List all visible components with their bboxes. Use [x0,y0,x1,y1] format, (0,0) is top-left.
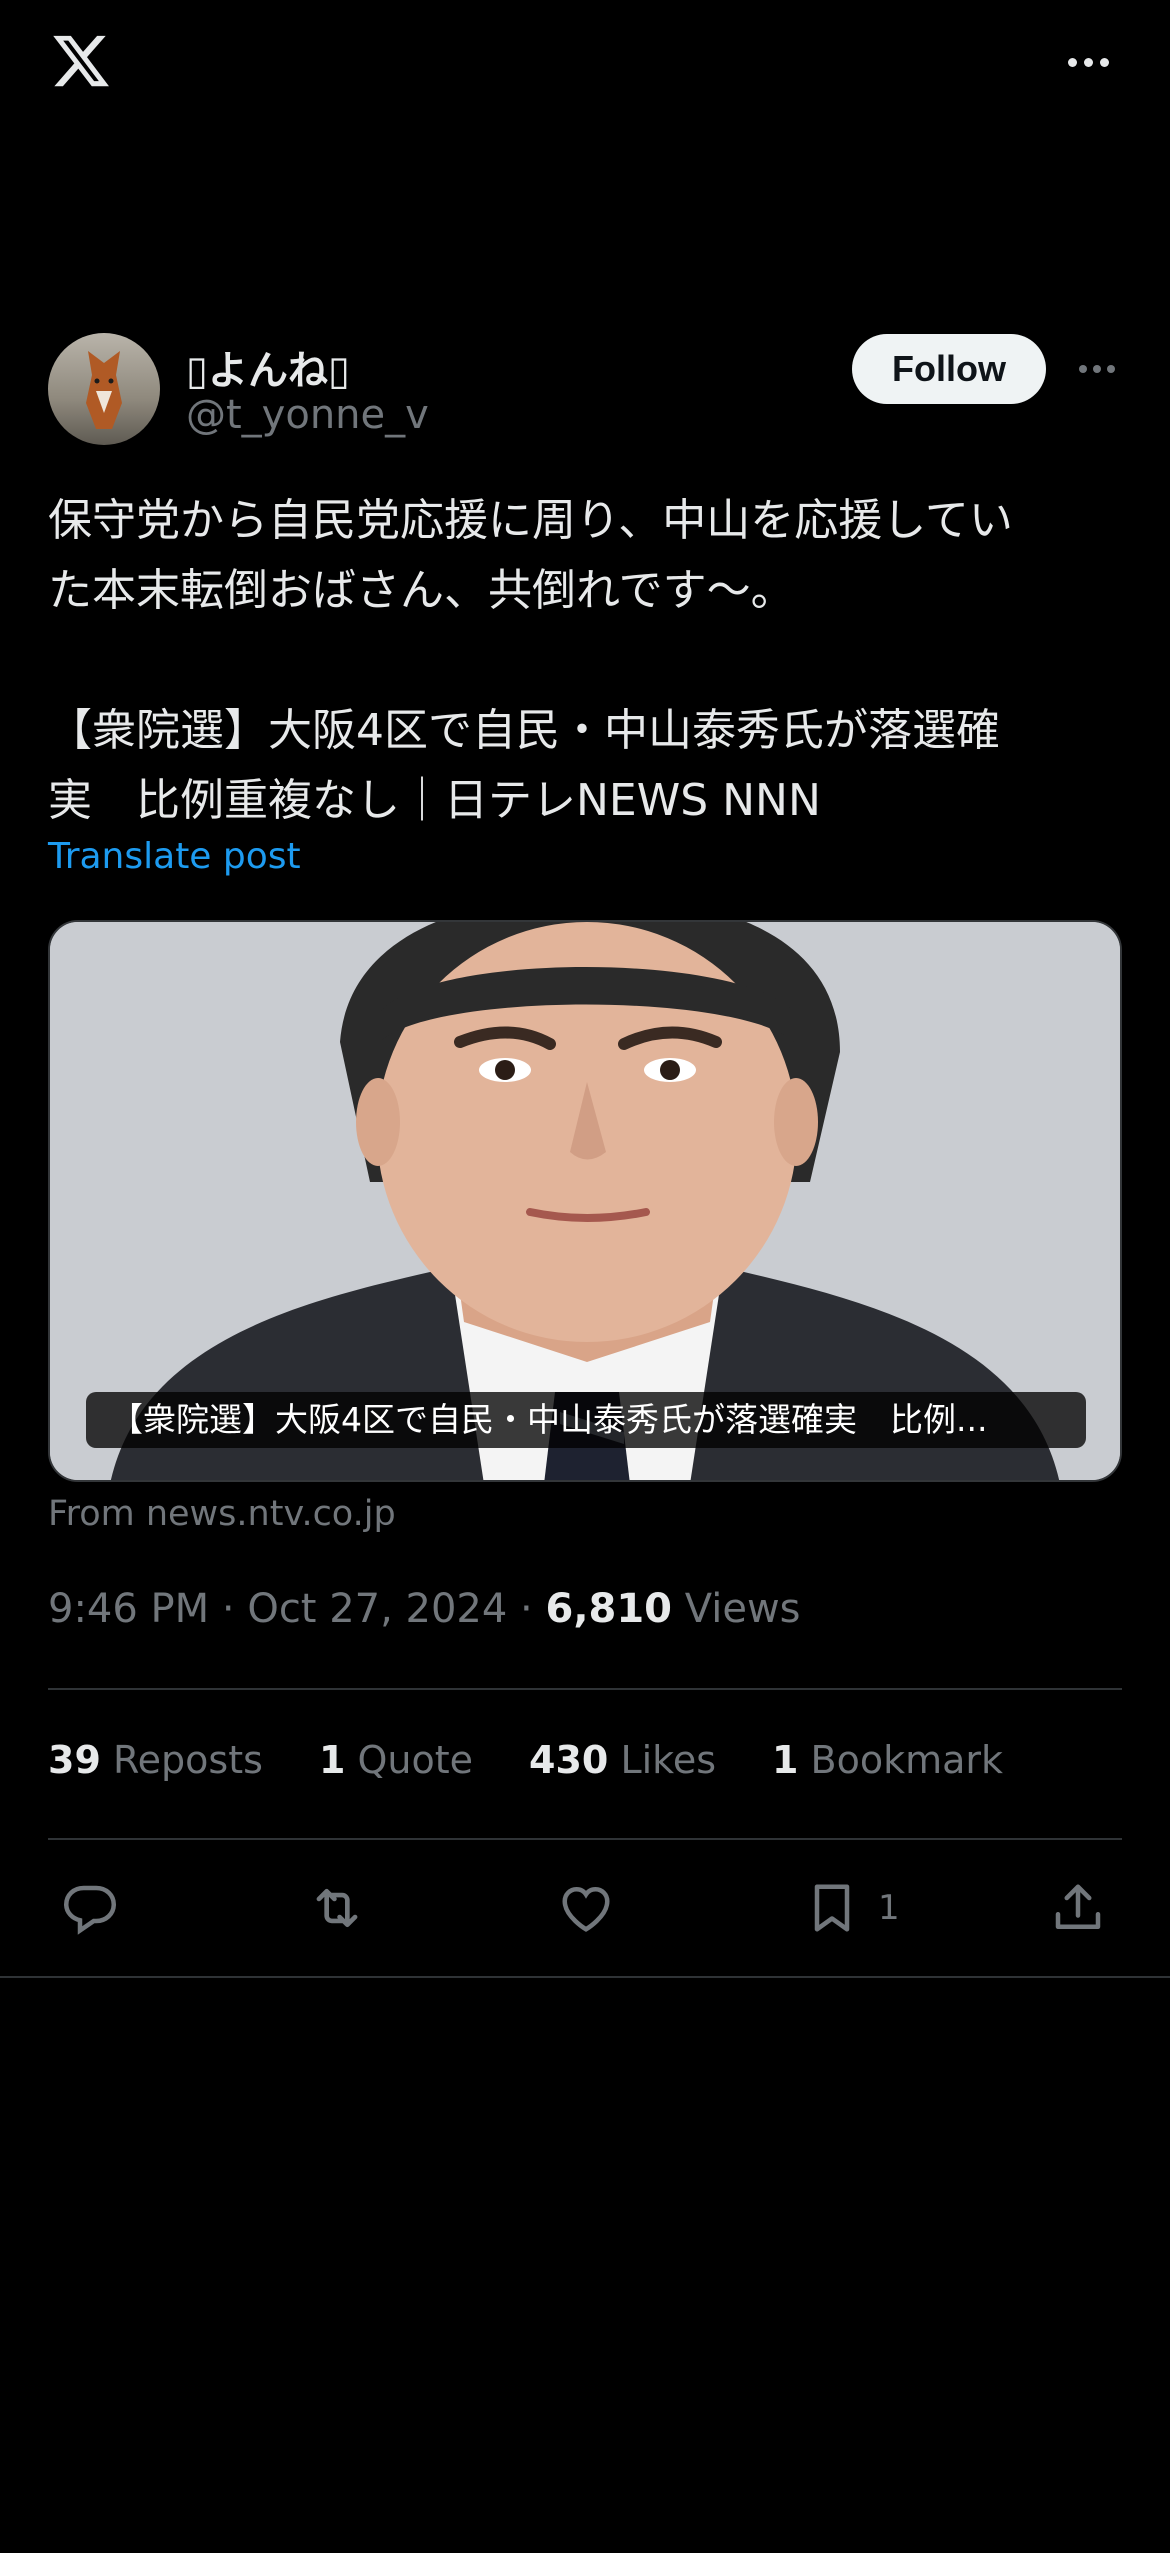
post-meta: 9:46 PM · Oct 27, 2024 · 6,810 Views [48,1586,801,1632]
share-button[interactable] [1048,1876,1108,1940]
post-text-line: た本末転倒おばさん、共倒れです〜。 [48,565,795,616]
action-bar: 1 [0,1868,1170,1948]
x-logo-icon[interactable] [48,30,114,92]
post-text-line: 実 比例重複なし｜日テレNEWS NNN [48,775,821,826]
bookmarks-count: 1 [772,1738,799,1782]
heart-icon [562,1886,610,1932]
quotes-label: Quote [357,1738,474,1782]
views-label: Views [684,1586,801,1632]
reposts-count: 39 [48,1738,101,1782]
bookmarks-label: Bookmark [810,1738,1004,1782]
top-bar [0,0,1170,130]
bookmarks-stat[interactable]: 1 Bookmark [772,1738,1003,1794]
post-more-icon[interactable] [1074,352,1120,386]
card-source[interactable]: From news.ntv.co.jp [48,1494,396,1534]
share-icon [1055,1884,1101,1929]
bookmark-count: 1 [878,1888,900,1928]
repost-icon [316,1888,358,1928]
divider [48,1838,1122,1840]
reply-button[interactable] [60,1876,120,1940]
quotes-stat[interactable]: 1 Quote [319,1738,473,1794]
follow-button[interactable]: Follow [852,334,1046,404]
likes-label: Likes [620,1738,716,1782]
bookmark-button[interactable]: 1 [802,1876,900,1940]
likes-count: 430 [529,1738,609,1782]
card-caption: 【衆院選】大阪4区で自民・中山泰秀氏が落選確実 比例... [86,1392,1086,1448]
repost-button[interactable] [306,1876,368,1940]
bookmark-icon [814,1884,850,1932]
reposts-label: Reposts [112,1738,263,1782]
display-name[interactable]: ▯よんね▯ [186,338,350,396]
quotes-count: 1 [318,1738,346,1782]
views-count: 6,810 [545,1586,673,1632]
post-text-line: 保守党から自民党応援に周り、中山を応援してい [48,495,1013,546]
divider [0,1976,1170,1978]
post-time[interactable]: 9:46 PM [48,1586,209,1632]
post-text: 保守党から自民党応援に周り、中山を応援してい た本末転倒おばさん、共倒れです〜。… [48,486,1128,836]
post-header: ▯よんね▯ @t_yonne_v Follow [0,330,1170,450]
likes-stat[interactable]: 430 Likes [529,1738,716,1794]
divider [48,1688,1122,1690]
more-options-icon[interactable] [1060,45,1116,79]
reply-icon [63,1885,117,1935]
avatar[interactable] [48,333,160,445]
like-button[interactable] [556,1876,616,1940]
user-handle[interactable]: @t_yonne_v [186,392,429,438]
post-date[interactable]: Oct 27, 2024 [247,1586,507,1632]
post-stats: 39 Reposts 1 Quote 430 Likes 1 Bookmark [48,1738,1003,1794]
meta-separator: · [520,1586,533,1632]
link-card[interactable]: 【衆院選】大阪4区で自民・中山泰秀氏が落選確実 比例... [48,920,1122,1482]
meta-separator: · [221,1586,235,1632]
reposts-stat[interactable]: 39 Reposts [48,1738,263,1794]
translate-post-link[interactable]: Translate post [48,836,301,877]
post-text-line: 【衆院選】大阪4区で自民・中山泰秀氏が落選確 [48,705,1000,756]
